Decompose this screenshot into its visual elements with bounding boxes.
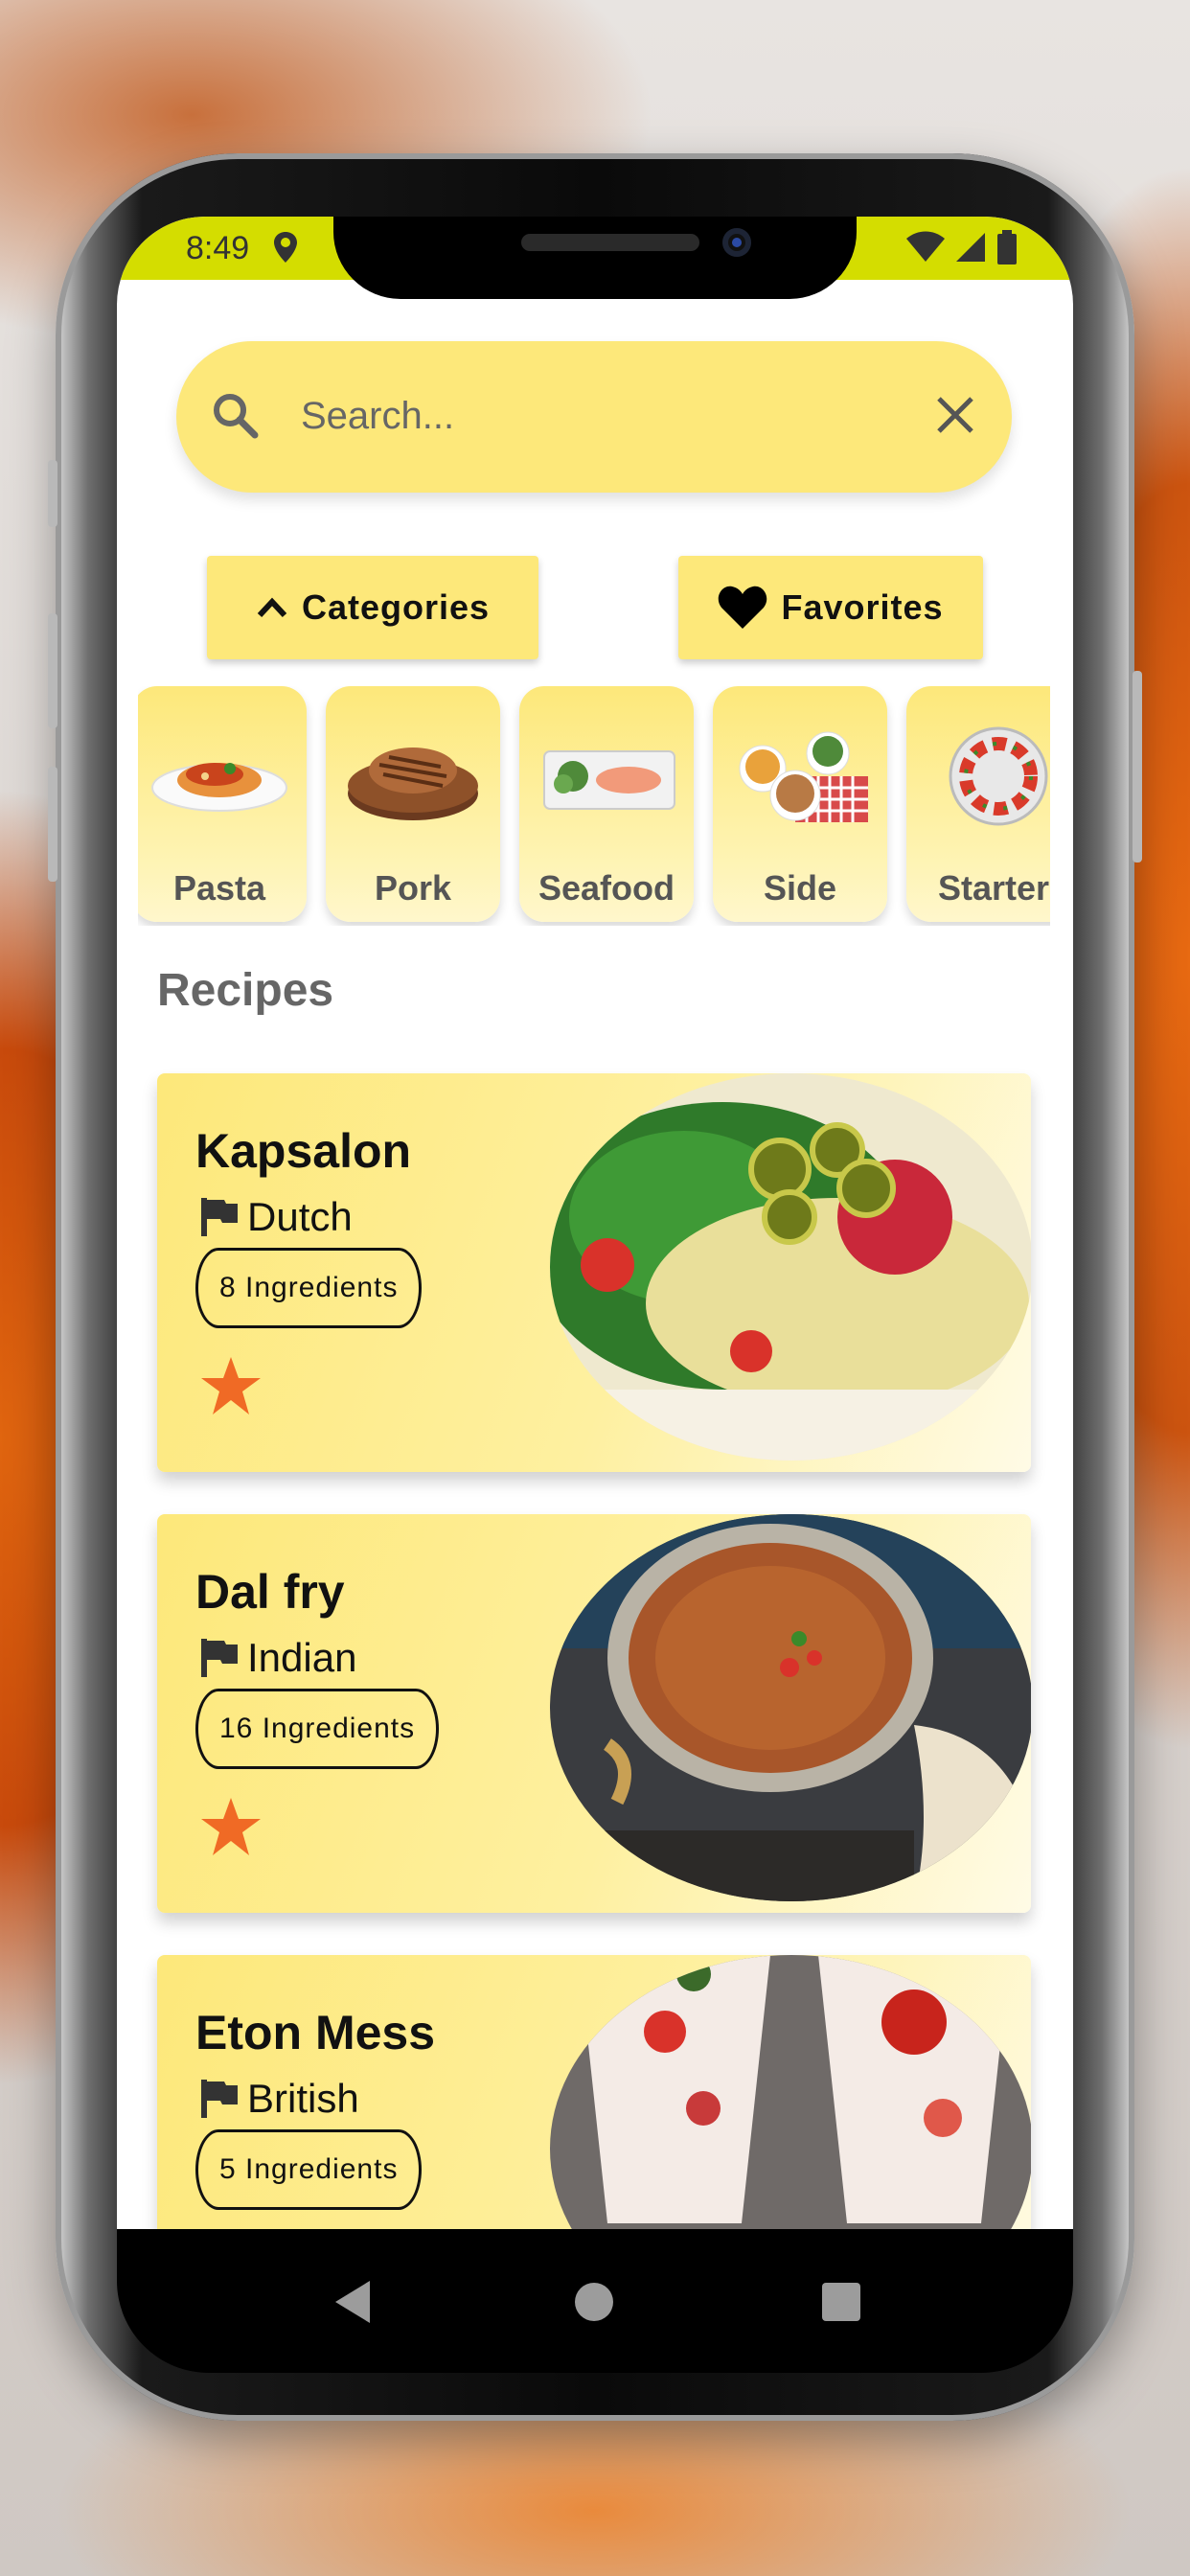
recipe-title: Eton Mess: [195, 2006, 436, 2059]
ingredients-badge: 8 Ingredients: [195, 1248, 423, 1328]
star-icon[interactable]: [199, 1355, 263, 1418]
recipe-area-label: Dutch: [247, 1194, 353, 1239]
android-nav-bar: [117, 2229, 1073, 2373]
signal-icon: [956, 233, 985, 262]
category-carousel[interactable]: Pasta Pork Seafood Side Starter: [138, 686, 1050, 926]
status-time: 8:49: [186, 230, 250, 266]
recent-apps-icon[interactable]: [822, 2283, 860, 2321]
phone-notch: [333, 217, 857, 299]
favorites-button[interactable]: Favorites: [678, 556, 983, 659]
phone-volume-down: [48, 767, 57, 882]
phone-power-button: [1133, 671, 1142, 862]
pork-steak-image: [348, 748, 478, 820]
category-label: Seafood: [538, 868, 675, 908]
phone-volume-up: [48, 613, 57, 728]
recipe-area: Dutch: [199, 1194, 353, 1240]
star-icon[interactable]: [199, 1796, 263, 1859]
heart-icon: [719, 586, 767, 629]
category-card-pork[interactable]: Pork: [326, 686, 500, 922]
recipe-title: Dal fry: [195, 1565, 345, 1619]
ingredients-badge: 5 Ingredients: [195, 2129, 423, 2210]
recipe-card-dal-fry[interactable]: Dal fry Indian 16 Ingredients: [157, 1514, 1031, 1913]
category-card-pasta[interactable]: Pasta: [138, 686, 307, 922]
dal-fry-photo: [550, 1514, 1031, 1901]
close-icon[interactable]: [935, 395, 975, 440]
phone-side-button: [48, 460, 57, 527]
category-label: Pasta: [172, 868, 266, 908]
recipe-card-eton-mess[interactable]: Eton Mess British 5 Ingredients: [157, 1955, 1031, 2229]
category-card-side[interactable]: Side: [713, 686, 887, 922]
search-bar[interactable]: [176, 341, 1012, 493]
flag-icon: [201, 1198, 238, 1236]
status-icons: [906, 230, 1018, 264]
recipe-area-label: British: [247, 2076, 359, 2121]
salmon-platter-image: [543, 750, 675, 810]
back-icon[interactable]: [332, 2279, 374, 2325]
app-screen: 8:49 Categories Favorites: [117, 217, 1073, 2229]
category-label: Pork: [374, 868, 452, 908]
category-card-seafood[interactable]: Seafood: [519, 686, 694, 922]
recipe-title: Kapsalon: [195, 1124, 412, 1178]
category-card-starter[interactable]: Starter: [906, 686, 1050, 922]
category-label: Side: [763, 868, 837, 908]
front-camera: [722, 228, 751, 257]
flag-icon: [201, 2080, 238, 2118]
categories-label: Categories: [301, 587, 491, 627]
wifi-icon: [906, 231, 945, 262]
recipe-area-label: Indian: [247, 1635, 357, 1680]
recipe-card-kapsalon[interactable]: Kapsalon Dutch 8 Ingredients: [157, 1073, 1031, 1472]
categories-button[interactable]: Categories: [207, 556, 538, 659]
side-dishes-image: [739, 731, 868, 822]
location-icon: [272, 230, 299, 269]
flag-icon: [201, 1639, 238, 1677]
search-input[interactable]: [301, 387, 876, 445]
caprese-plate-image: [949, 726, 1048, 826]
recipes-heading: Recipes: [157, 965, 334, 1016]
search-icon: [211, 391, 259, 444]
pasta-dish-image: [151, 763, 287, 812]
eton-mess-photo: [550, 1955, 1031, 2229]
kapsalon-photo: [550, 1073, 1031, 1460]
chevron-up-icon: [257, 597, 287, 618]
recipe-area: British: [199, 2076, 359, 2122]
favorites-label: Favorites: [781, 587, 944, 627]
ingredients-badge: 16 Ingredients: [195, 1689, 440, 1769]
recipe-area: Indian: [199, 1635, 356, 1681]
home-icon[interactable]: [575, 2283, 613, 2321]
category-label: Starter: [937, 868, 1050, 908]
battery-icon: [997, 230, 1017, 264]
speaker: [521, 234, 699, 251]
